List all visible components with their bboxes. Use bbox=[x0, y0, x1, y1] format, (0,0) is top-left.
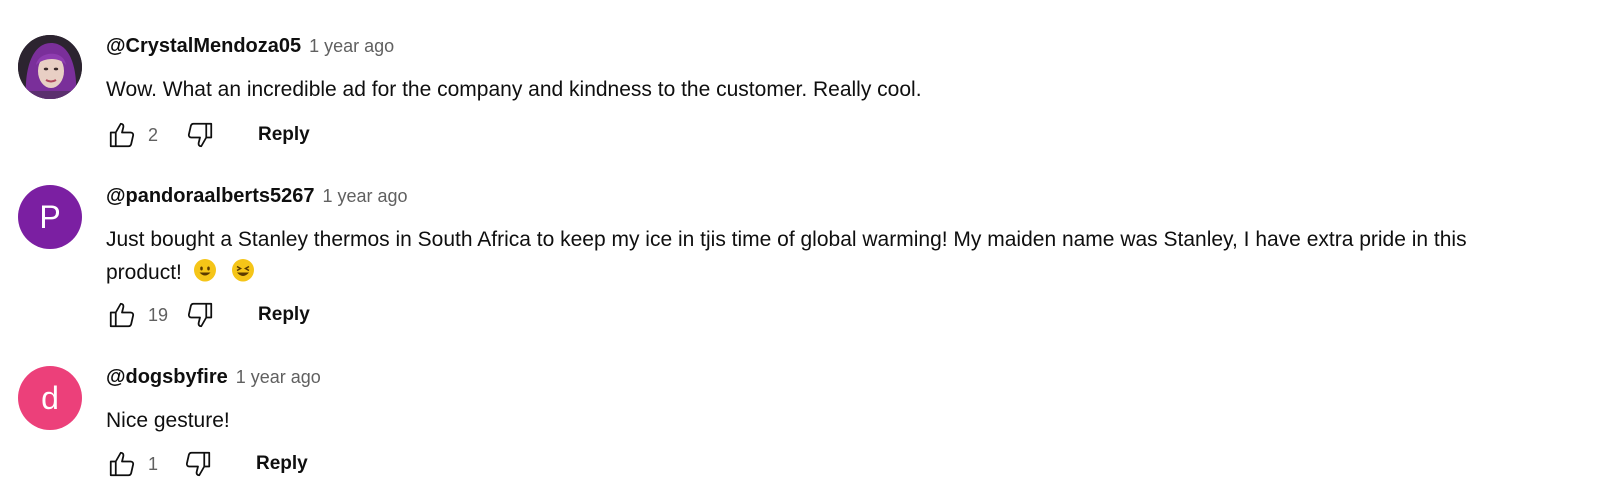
avatar-letter: d bbox=[41, 379, 59, 416]
like-button[interactable] bbox=[106, 119, 138, 151]
like-count: 2 bbox=[148, 124, 159, 145]
comment-text-fragment: product! bbox=[106, 261, 182, 284]
comment-header: @CrystalMendoza05 1 year ago bbox=[106, 35, 1578, 65]
smiley-face-emoji bbox=[193, 259, 216, 282]
grinning-squinting-face-emoji bbox=[231, 259, 254, 282]
avatar[interactable]: d bbox=[18, 366, 82, 430]
comment-text: Nice gesture! bbox=[106, 409, 230, 432]
avatar-letter: P bbox=[39, 198, 61, 235]
comment-text-line: Just bought a Stanley thermos in South A… bbox=[106, 228, 1467, 251]
like-count: 19 bbox=[148, 304, 169, 325]
profile-photo bbox=[18, 35, 82, 99]
comment-body: @CrystalMendoza05 1 year ago Wow. What a… bbox=[106, 35, 1578, 106]
reply-button[interactable]: Reply bbox=[256, 453, 308, 475]
comment-actions: 19 Reply bbox=[106, 295, 310, 335]
comment-header: @pandoraalberts5267 1 year ago bbox=[106, 185, 1578, 215]
thumbs-up-icon bbox=[109, 302, 135, 328]
comment-text-line: product! bbox=[106, 256, 1578, 289]
dislike-button[interactable] bbox=[184, 119, 216, 151]
dislike-button[interactable] bbox=[184, 299, 216, 331]
like-count: 1 bbox=[148, 453, 159, 474]
thumbs-down-icon bbox=[187, 302, 213, 328]
comment-text: Wow. What an incredible ad for the compa… bbox=[106, 78, 922, 101]
comment-body: @dogsbyfire 1 year ago Nice gesture! bbox=[106, 366, 1578, 437]
comment-actions: 1 Reply bbox=[106, 444, 308, 484]
dislike-button[interactable] bbox=[182, 448, 214, 480]
comment-header: @dogsbyfire 1 year ago bbox=[106, 366, 1578, 396]
thumbs-up-icon bbox=[109, 122, 135, 148]
reply-button[interactable]: Reply bbox=[258, 304, 310, 326]
timestamp[interactable]: 1 year ago bbox=[309, 36, 394, 57]
author-name[interactable]: @dogsbyfire bbox=[106, 366, 228, 389]
reply-button[interactable]: Reply bbox=[258, 124, 310, 146]
author-name[interactable]: @CrystalMendoza05 bbox=[106, 35, 301, 58]
comment-body: @pandoraalberts5267 1 year ago Just boug… bbox=[106, 185, 1578, 289]
timestamp[interactable]: 1 year ago bbox=[236, 367, 321, 388]
timestamp[interactable]: 1 year ago bbox=[322, 186, 407, 207]
avatar[interactable] bbox=[18, 35, 82, 99]
thumbs-up-icon bbox=[109, 451, 135, 477]
thumbs-down-icon bbox=[187, 122, 213, 148]
thumbs-down-icon bbox=[185, 451, 211, 477]
like-button[interactable] bbox=[106, 448, 138, 480]
author-name[interactable]: @pandoraalberts5267 bbox=[106, 185, 314, 208]
comment-actions: 2 Reply bbox=[106, 115, 310, 155]
avatar[interactable]: P bbox=[18, 185, 82, 249]
like-button[interactable] bbox=[106, 299, 138, 331]
comment-text: Just bought a Stanley thermos in South A… bbox=[106, 223, 1578, 289]
